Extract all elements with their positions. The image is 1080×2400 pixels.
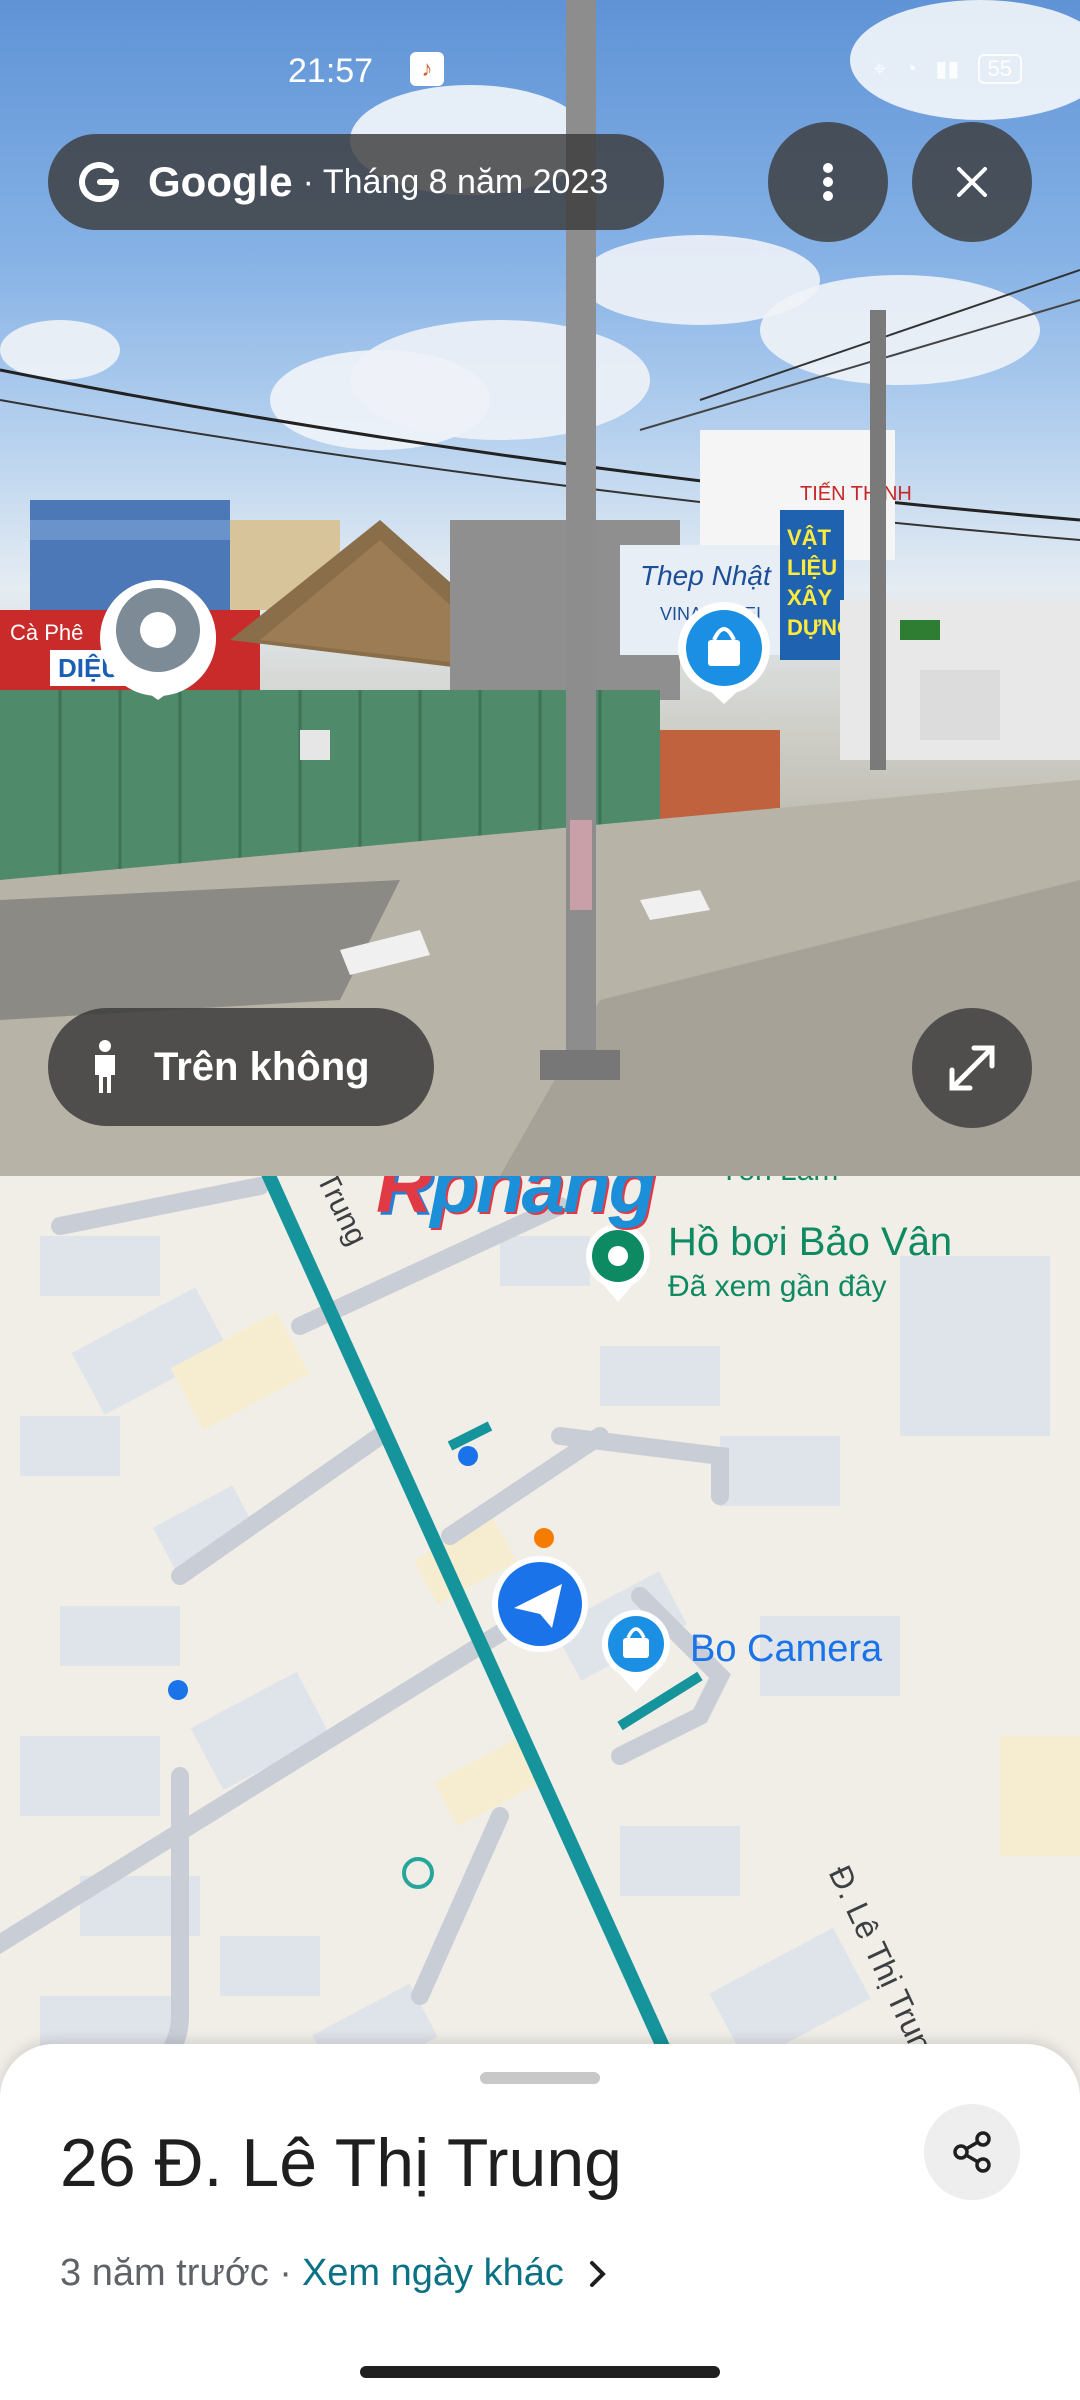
svg-text:Cà Phê: Cà Phê [10,620,83,645]
close-icon [957,167,987,197]
shopping-bag-marker-icon [678,602,770,704]
place-bottom-sheet[interactable]: 26 Đ. Lê Thị Trung 3 năm trước · Xem ngà… [0,2044,1080,2400]
status-time: 21:57 [288,52,374,90]
imagery-date: · Tháng 8 năm 2023 [302,162,609,201]
shop-poi-pin-icon [602,1610,670,1692]
sign-materials-1: VẬT [787,525,832,550]
aerial-view-toggle[interactable]: Trên không [48,1008,434,1126]
sheet-drag-handle[interactable] [480,2072,600,2084]
expand-icon [949,1045,995,1091]
location-icon: ⌖ [873,56,886,81]
imagery-meta-row: 3 năm trước · Xem ngày khác [60,2252,608,2295]
partial-poi-label: Tôn Lâm [720,1176,838,1187]
brand-label: Google [148,158,293,205]
status-bar: 21:57 ♪ ⌖ ◔ ▮▮ 55 [0,0,1080,140]
wifi-icon: ◔ [904,56,918,81]
more-vert-icon [823,163,833,201]
poi-name-label[interactable]: Hồ bơi Bảo Vân [668,1220,952,1265]
address-title: 26 Đ. Lê Thị Trung [60,2125,622,2201]
status-indicators: ⌖ ◔ ▮▮ 55 [874,54,1022,84]
person-icon [95,1040,115,1093]
google-g-icon [79,162,119,203]
signal-icon: ▮▮ [935,56,960,81]
street-label-top: Trung [310,1176,374,1251]
close-button[interactable] [912,122,1032,242]
watermark-logo: Rphang [376,1176,656,1229]
more-options-button[interactable] [768,122,888,242]
street-view-panorama[interactable]: Cà Phê DIỆU Thep Nhật VINA KYOEI VẬT LIỆ… [0,0,1080,1176]
see-other-dates-link[interactable]: Xem ngày khác [302,2252,564,2295]
share-icon [953,2131,991,2173]
sign-materials-2: LIỆU [787,555,837,580]
gesture-nav-bar[interactable] [360,2366,720,2378]
sign-steel: Thep Nhật [640,560,772,591]
fullscreen-button[interactable] [912,1008,1032,1128]
sign-materials-3: XÂY [787,585,833,610]
share-button[interactable] [924,2104,1020,2200]
aerial-view-label: Trên không [154,1044,370,1089]
tiktok-icon: ♪ [410,52,444,86]
shop-name-label[interactable]: Bo Camera [690,1628,882,1671]
poi-subtitle-label: Đã xem gần đây [668,1270,887,1303]
current-location-icon [492,1556,588,1652]
imagery-age: 3 năm trước · [60,2252,292,2294]
imagery-date-pill[interactable]: Google · Tháng 8 năm 2023 [48,134,664,230]
battery-icon: 55 [977,54,1022,84]
pool-poi-pin-icon [586,1224,650,1302]
chevron-right-icon[interactable] [588,2259,608,2289]
sign-shop-top: TIẾN THỊNH [800,482,912,505]
